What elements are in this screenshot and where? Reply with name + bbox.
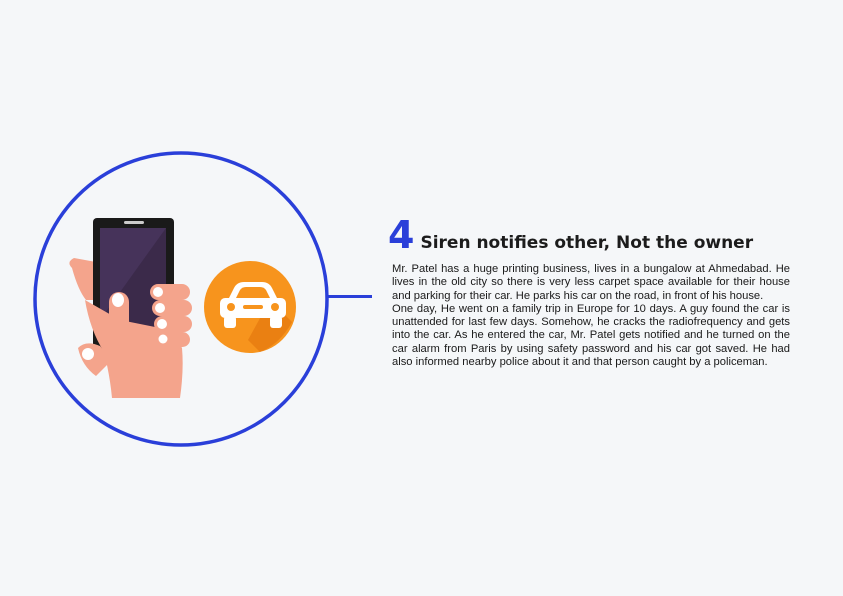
hand-holding-phone-icon xyxy=(69,218,192,398)
connector-line xyxy=(326,295,372,298)
step-heading: 4 Siren notifies other, Not the owner xyxy=(388,216,753,254)
story-paragraph: One day, He went on a family trip in Eur… xyxy=(392,302,790,369)
car-icon xyxy=(204,261,296,353)
step-number: 4 xyxy=(388,213,415,257)
step-title: Siren notifies other, Not the owner xyxy=(420,233,754,253)
story-paragraph: Mr. Patel has a huge printing business, … xyxy=(392,263,790,302)
story-text: Mr. Patel has a huge printing business, … xyxy=(392,263,790,369)
